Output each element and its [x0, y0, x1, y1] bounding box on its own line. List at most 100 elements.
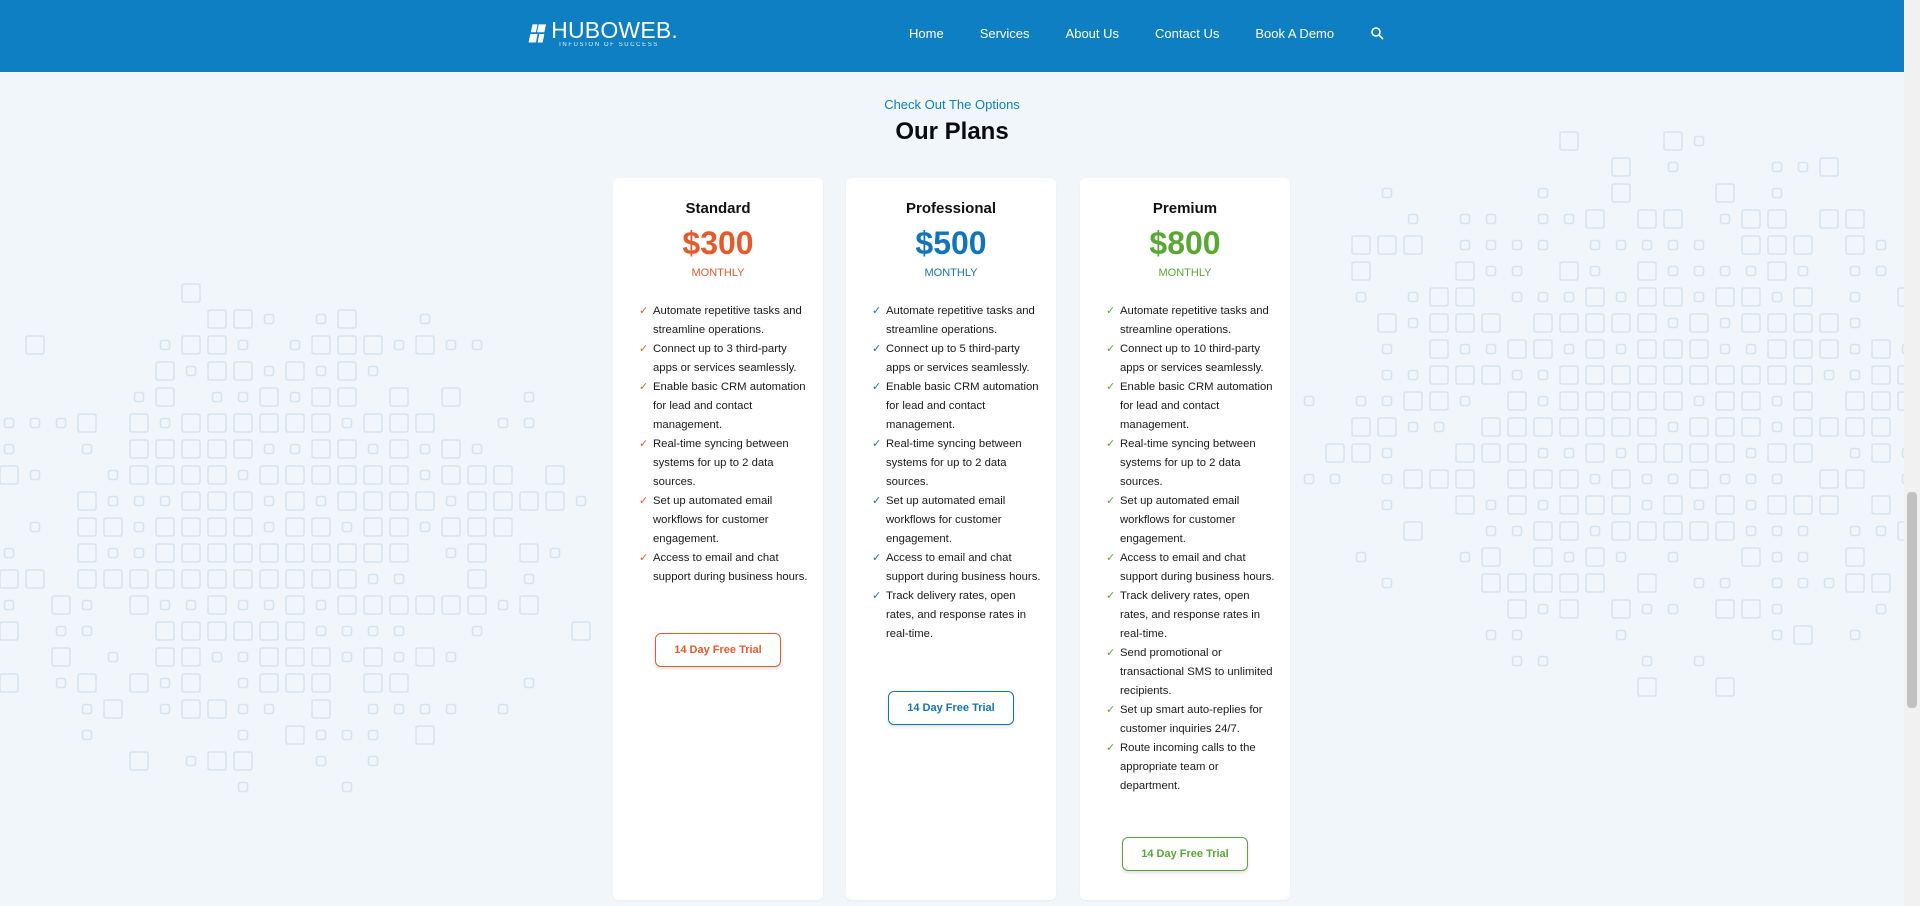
pattern-square	[129, 751, 149, 771]
plan-period: MONTHLY	[924, 267, 978, 279]
free-trial-button-premium[interactable]: 14 Day Free Trial	[1122, 837, 1248, 871]
nav-book-a-demo[interactable]: Book A Demo	[1255, 26, 1334, 41]
pattern-square	[285, 361, 305, 381]
pattern-square	[29, 469, 41, 481]
pattern-square	[471, 443, 483, 455]
pattern-square	[1433, 421, 1445, 433]
pattern-square	[337, 309, 357, 329]
pattern-square	[389, 439, 409, 459]
pattern-square	[77, 517, 97, 537]
checkmark-icon: ✓	[1106, 343, 1116, 355]
pattern-square	[1797, 577, 1809, 589]
pattern-square	[1819, 157, 1839, 177]
pattern-square	[1511, 629, 1523, 641]
plan-price: $800	[1149, 225, 1221, 261]
pattern-square	[129, 465, 149, 485]
checkmark-icon: ✓	[639, 495, 649, 507]
feature-item: ✓ Real-time syncing between systems for u…	[872, 435, 1044, 492]
pattern-square	[207, 413, 227, 433]
pattern-square	[523, 391, 535, 403]
pattern-square	[1615, 291, 1627, 303]
pattern-square	[1585, 391, 1605, 411]
pattern-square	[337, 439, 357, 459]
pattern-square	[233, 361, 253, 381]
free-trial-button-professional[interactable]: 14 Day Free Trial	[888, 691, 1014, 725]
pattern-square	[1715, 417, 1735, 437]
pattern-square	[1455, 261, 1475, 281]
pattern-square	[363, 673, 383, 693]
pattern-square	[1715, 599, 1735, 619]
pattern-square	[1481, 547, 1501, 567]
pattern-square	[185, 365, 197, 377]
pattern-square	[1351, 261, 1371, 281]
pattern-square	[311, 387, 331, 407]
nav-contact-us[interactable]: Contact Us	[1155, 26, 1219, 41]
pattern-square	[467, 465, 487, 485]
pattern-square	[1507, 573, 1527, 593]
pattern-square	[337, 569, 357, 589]
pattern-square	[441, 517, 461, 537]
feature-text: Access to email and chat support during …	[653, 552, 808, 583]
pattern-square	[1637, 573, 1657, 593]
pattern-square	[1511, 265, 1523, 277]
pattern-square	[1767, 365, 1787, 385]
pattern-square	[1381, 577, 1393, 589]
pattern-square	[1381, 473, 1393, 485]
pattern-square	[1641, 499, 1653, 511]
pattern-square	[1793, 625, 1813, 645]
pattern-square	[1381, 447, 1393, 459]
pattern-square	[1719, 265, 1731, 277]
pattern-square	[1719, 213, 1731, 225]
pattern-square	[1485, 265, 1497, 277]
pattern-square	[389, 517, 409, 537]
feature-item: ✓ Real-time syncing between systems for u…	[639, 435, 811, 492]
pattern-square	[1771, 291, 1783, 303]
pattern-square	[1563, 291, 1575, 303]
pattern-square	[1455, 443, 1475, 463]
nav-services[interactable]: Services	[980, 26, 1030, 41]
pattern-square	[1663, 209, 1683, 229]
pattern-square	[1455, 469, 1475, 489]
nav-home[interactable]: Home	[909, 26, 944, 41]
pattern-square	[389, 543, 409, 563]
search-icon[interactable]	[1370, 26, 1384, 40]
pattern-square	[1667, 473, 1679, 485]
pattern-square	[1511, 525, 1523, 537]
pattern-square	[1429, 469, 1449, 489]
pattern-square	[1845, 391, 1865, 411]
checkmark-icon: ✓	[872, 438, 882, 450]
pattern-square	[1507, 339, 1527, 359]
pattern-square	[1585, 313, 1605, 333]
pattern-square	[1511, 369, 1523, 381]
pattern-square	[1459, 395, 1471, 407]
free-trial-button-standard[interactable]: 14 Day Free Trial	[655, 633, 781, 667]
pattern-square	[237, 339, 249, 351]
pattern-square	[81, 625, 93, 637]
pattern-square	[1741, 209, 1761, 229]
nav-about-us[interactable]: About Us	[1066, 26, 1119, 41]
pattern-square	[1663, 495, 1683, 515]
pattern-square	[1741, 391, 1761, 411]
feature-text: Real-time syncing between systems for up…	[1120, 438, 1256, 488]
pattern-square	[0, 621, 19, 641]
pattern-square	[1485, 213, 1497, 225]
pattern-square	[1693, 499, 1705, 511]
pattern-square	[207, 491, 227, 511]
main-nav: Home Services About Us Contact Us Book A…	[909, 0, 1384, 66]
pattern-square	[1667, 603, 1679, 615]
pattern-square	[1325, 443, 1345, 463]
pattern-square	[1793, 495, 1813, 515]
pattern-square	[1871, 443, 1891, 463]
pattern-square	[1819, 313, 1839, 333]
page-scrollbar[interactable]	[1904, 0, 1920, 906]
scrollbar-thumb[interactable]	[1907, 492, 1917, 708]
brand-logo[interactable]: HUBOWEB. INFUSION OF SUCCESS	[528, 16, 678, 52]
pattern-square	[393, 339, 405, 351]
pattern-square	[81, 443, 93, 455]
pattern-square	[467, 595, 487, 615]
pattern-square	[25, 335, 45, 355]
pattern-square	[519, 543, 539, 563]
pattern-square	[1663, 287, 1683, 307]
pattern-square	[415, 725, 435, 745]
pattern-square	[1611, 365, 1631, 385]
